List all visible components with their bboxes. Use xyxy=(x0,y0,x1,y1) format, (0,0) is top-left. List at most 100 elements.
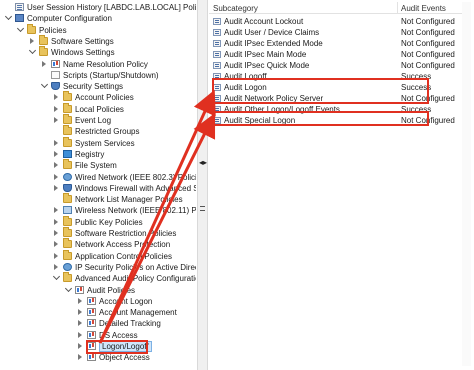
resize-arrows-icon: ◂▸ xyxy=(199,158,208,167)
list-row[interactable]: Audit IPsec Quick Mode Not Configured xyxy=(209,60,471,71)
shield-icon xyxy=(51,82,60,91)
collapsed-chevron-icon[interactable] xyxy=(30,37,34,44)
collapsed-chevron-icon[interactable] xyxy=(78,354,82,361)
audit-events-value: Not Configured xyxy=(401,28,455,37)
tree-item-label: Registry xyxy=(75,149,105,159)
tree-item[interactable]: Policies xyxy=(2,23,196,36)
collapsed-chevron-icon[interactable] xyxy=(54,105,58,112)
column-header-subcategory[interactable]: Subcategory xyxy=(213,4,258,13)
list-row[interactable]: Audit User / Device Claims Not Configured xyxy=(209,27,471,38)
tree-item[interactable]: Account Management xyxy=(2,307,196,318)
tree-item[interactable]: Application Control Policies xyxy=(2,249,196,262)
column-header-audit-events[interactable]: Audit Events xyxy=(401,4,446,13)
tree-item[interactable]: Wireless Network (IEEE 802.11) Policies xyxy=(2,205,196,216)
policy-setting-icon xyxy=(213,40,221,47)
tree-item[interactable]: Wired Network (IEEE 802.3) Policies xyxy=(2,172,196,183)
list-row[interactable]: Audit IPsec Main Mode Not Configured xyxy=(209,49,471,60)
tree-item[interactable]: Software Restriction Policies xyxy=(2,227,196,239)
tree-item[interactable]: Public Key Policies xyxy=(2,215,196,228)
tree-item[interactable]: Registry xyxy=(2,149,196,160)
expanded-chevron-icon[interactable] xyxy=(52,273,61,281)
collapsed-chevron-icon[interactable] xyxy=(78,297,82,304)
subcategory-name: Audit IPsec Quick Mode xyxy=(224,61,310,70)
tree-item[interactable]: Name Resolution Policy xyxy=(2,59,196,70)
tree-item-label: Scripts (Startup/Shutdown) xyxy=(63,70,159,80)
tree-item[interactable]: Event Log xyxy=(2,114,196,126)
list-row[interactable]: Audit IPsec Extended Mode Not Configured xyxy=(209,38,471,49)
collapsed-chevron-icon[interactable] xyxy=(54,94,58,101)
tree-item[interactable]: Account Logon xyxy=(2,296,196,307)
collapsed-chevron-icon[interactable] xyxy=(54,139,58,146)
tree-item[interactable]: IP Security Policies on Active Directory xyxy=(2,262,196,273)
tree-item-label: System Services xyxy=(75,138,135,148)
tree-item-label: Software Restriction Policies xyxy=(75,229,177,238)
collapsed-chevron-icon[interactable] xyxy=(54,241,58,248)
collapsed-chevron-icon[interactable] xyxy=(54,150,58,157)
splitter-grip-icon[interactable] xyxy=(200,206,205,211)
audit-events-value: Not Configured xyxy=(401,50,455,59)
tree-item-label: Security Settings xyxy=(63,82,124,92)
tree-item[interactable]: Advanced Audit Policy Configuration xyxy=(2,272,196,284)
tree-item[interactable]: Audit Policies xyxy=(2,284,196,296)
tree-item-label: Advanced Audit Policy Configuration xyxy=(75,274,196,284)
expanded-chevron-icon[interactable] xyxy=(16,24,25,32)
collapsed-chevron-icon[interactable] xyxy=(42,60,46,67)
folder-icon xyxy=(63,136,72,147)
tree-item[interactable]: Restricted Groups xyxy=(2,125,196,137)
tree-item[interactable]: Software Settings xyxy=(2,34,196,47)
subcategory-list-pane: Subcategory Audit Events Audit Account L… xyxy=(209,2,471,366)
collapsed-chevron-icon[interactable] xyxy=(54,184,58,191)
collapsed-chevron-icon[interactable] xyxy=(54,252,58,259)
tree-item[interactable]: Windows Settings xyxy=(2,46,196,58)
policy-setting-icon xyxy=(213,51,221,58)
highlight-box-other-logon-logoff xyxy=(212,111,429,126)
column-separator[interactable] xyxy=(397,2,398,14)
tree-item[interactable]: Windows Firewall with Advanced Secu xyxy=(2,183,196,194)
collapsed-chevron-icon[interactable] xyxy=(54,117,58,123)
collapsed-chevron-icon[interactable] xyxy=(54,173,58,180)
tree-item[interactable]: Account Policies xyxy=(2,91,196,103)
computer-icon xyxy=(15,14,24,23)
chart-icon xyxy=(75,285,84,294)
collapsed-chevron-icon[interactable] xyxy=(54,218,58,225)
tree-item[interactable]: System Services xyxy=(2,136,196,149)
collapsed-chevron-icon[interactable] xyxy=(78,320,82,327)
subcategory-name: Audit IPsec Main Mode xyxy=(224,50,307,59)
expanded-chevron-icon[interactable] xyxy=(64,284,73,292)
collapsed-chevron-icon[interactable] xyxy=(78,309,82,316)
tree-item[interactable]: Security Settings xyxy=(2,81,196,92)
expanded-chevron-icon[interactable] xyxy=(28,47,37,55)
folder-icon xyxy=(63,227,72,237)
tree-item[interactable]: File System xyxy=(2,159,196,171)
tree-item[interactable]: Detailed Tracking xyxy=(2,318,196,329)
tree-item-label: Account Policies xyxy=(75,93,134,103)
tree-item-label: Detailed Tracking xyxy=(99,319,161,329)
audit-events-value: Not Configured xyxy=(401,39,455,48)
list-scrollbar[interactable] xyxy=(462,2,471,366)
collapsed-chevron-icon[interactable] xyxy=(54,263,58,270)
tree-item[interactable]: Network List Manager Policies xyxy=(2,193,196,205)
collapsed-chevron-icon[interactable] xyxy=(78,343,82,349)
pane-splitter[interactable]: ◂▸ xyxy=(197,0,208,370)
tree-item-label: Audit Policies xyxy=(87,285,136,295)
tree-item-label: Application Control Policies xyxy=(75,251,172,261)
tree-item[interactable]: Scripts (Startup/Shutdown) xyxy=(2,70,196,81)
collapsed-chevron-icon[interactable] xyxy=(54,230,58,236)
highlight-box-logoff-logon xyxy=(212,78,429,104)
gpo-editor-window: User Session History [LABDC.LAB.LOCAL] P… xyxy=(0,0,474,370)
tree-item[interactable]: Local Policies xyxy=(2,102,196,115)
tree-item[interactable]: User Session History [LABDC.LAB.LOCAL] P… xyxy=(2,2,196,13)
doc-icon xyxy=(51,70,60,79)
audit-events-value: Not Configured xyxy=(401,61,455,70)
collapsed-chevron-icon[interactable] xyxy=(54,162,58,169)
subcategory-name: Audit Account Lockout xyxy=(224,17,304,26)
policy-icon xyxy=(15,3,24,11)
collapsed-chevron-icon[interactable] xyxy=(78,331,82,338)
expanded-chevron-icon[interactable] xyxy=(40,81,49,89)
expanded-chevron-icon[interactable] xyxy=(4,13,13,21)
chart-icon xyxy=(87,319,96,328)
folder-icon xyxy=(63,159,72,170)
list-row[interactable]: Audit Account Lockout Not Configured xyxy=(209,16,471,27)
collapsed-chevron-icon[interactable] xyxy=(54,207,58,214)
tree-item[interactable]: Network Access Protection xyxy=(2,238,196,250)
